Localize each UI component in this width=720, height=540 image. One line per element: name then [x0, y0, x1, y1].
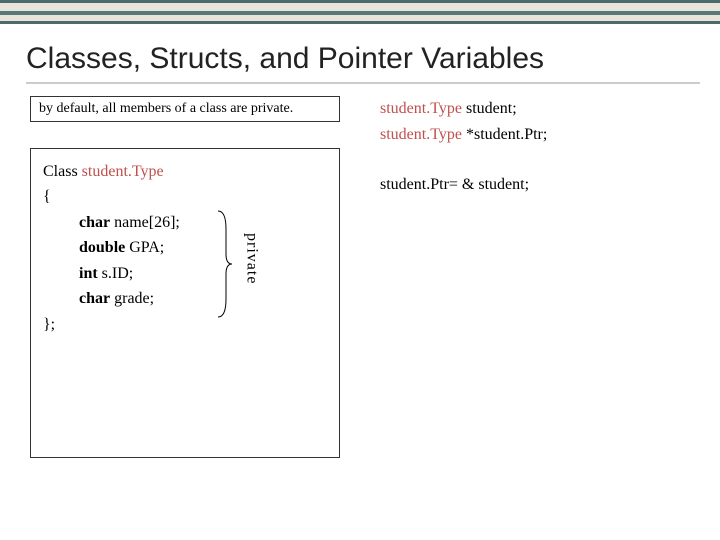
private-label: private [239, 233, 265, 284]
declarations-block: student.Type student; student.Type *stud… [380, 96, 547, 147]
decl-line-2: student.Type *student.Ptr; [380, 122, 547, 148]
member-type: int [79, 265, 98, 282]
member-line: char name[26]; [43, 210, 327, 236]
decl-var: student; [462, 100, 517, 117]
close-brace: }; [43, 312, 327, 338]
class-definition-box: Class student.Type { char name[26]; doub… [30, 148, 340, 458]
member-rest: GPA; [125, 239, 164, 256]
decl-var: *student.Ptr; [462, 126, 547, 143]
member-type: char [79, 290, 110, 307]
member-type: double [79, 239, 125, 256]
decl-line-1: student.Type student; [380, 96, 547, 122]
member-type: char [79, 214, 110, 231]
assignment-line: student.Ptr= & student; [380, 176, 529, 194]
member-rest: grade; [110, 290, 154, 307]
open-brace: { [43, 184, 327, 210]
member-line: char grade; [43, 286, 327, 312]
content-area: by default, all members of a class are p… [0, 84, 720, 458]
note-box: by default, all members of a class are p… [30, 96, 340, 122]
header-bar [0, 0, 720, 24]
member-line: int s.ID; [43, 261, 327, 287]
brace-icon [216, 209, 234, 319]
class-decl-line: Class student.Type [43, 159, 327, 185]
member-rest: s.ID; [98, 265, 134, 282]
header-inner-line [0, 11, 720, 15]
decl-type: student.Type [380, 126, 462, 143]
class-keyword: Class [43, 163, 78, 180]
class-typename: student.Type [82, 163, 164, 180]
member-rest: name[26]; [110, 214, 180, 231]
member-line: double GPA; [43, 235, 327, 261]
decl-type: student.Type [380, 100, 462, 117]
page-title: Classes, Structs, and Pointer Variables [0, 24, 720, 82]
